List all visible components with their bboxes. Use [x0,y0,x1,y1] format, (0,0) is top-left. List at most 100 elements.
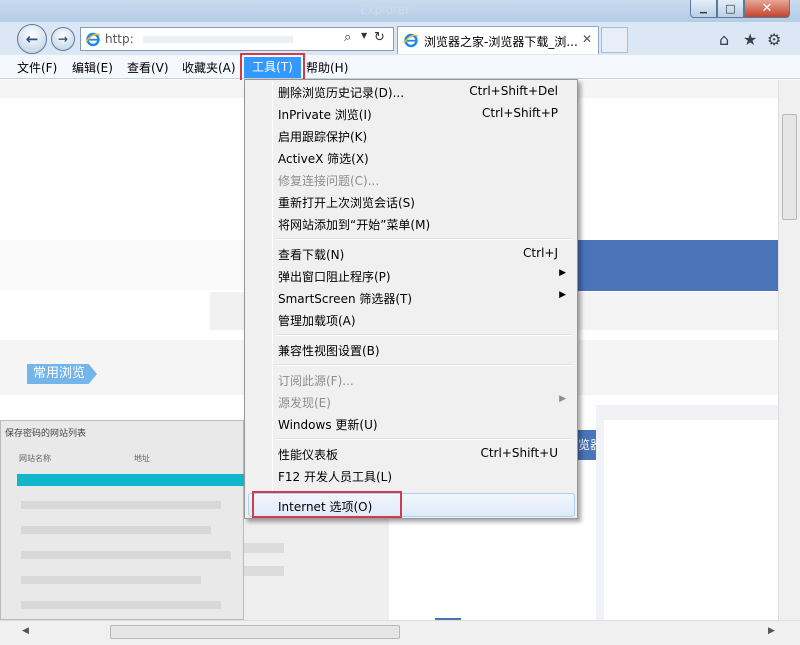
menu-view[interactable]: 查看(V) [127,59,169,76]
menu-help[interactable]: 帮助(H) [306,59,348,76]
menu-item-shortcut: Ctrl+J [523,246,558,260]
menu-item-reopen-session[interactable]: 重新打开上次浏览会话(S) [247,191,575,213]
tools-dropdown-menu: 删除浏览历史记录(D)... Ctrl+Shift+Del InPrivate … [244,79,578,519]
dialog-title: 保存密码的网站列表 [5,429,87,439]
internet-options-highlight-box [252,491,402,518]
search-icon[interactable]: ⌕ [344,30,351,45]
menu-item-tracking-protection[interactable]: 启用跟踪保护(K) [247,125,575,147]
menu-item-label: 将网站添加到“开始”菜单(M) [278,218,431,232]
blurred-row [21,501,221,509]
menu-item-activex-filter[interactable]: ActiveX 筛选(X) [247,147,575,169]
tab-title: 浏览器之家-浏览器下载_浏... [424,35,578,49]
menu-item-label: F12 开发人员工具(L) [278,470,393,484]
menu-item-label: 订阅此源(F)... [278,374,354,388]
menu-item-label: 性能仪表板 [278,448,339,462]
browser-tab[interactable]: 浏览器之家-浏览器下载_浏... ✕ [397,26,599,54]
menu-item-smartscreen[interactable]: SmartScreen 筛选器(T) ▶ [247,287,575,309]
blurred-row [21,601,221,609]
menu-item-shortcut: Ctrl+Shift+P [482,106,558,120]
menu-item-label: 兼容性视图设置(B) [278,344,380,358]
column-site: 网站名称 [19,454,51,463]
menu-item-view-downloads[interactable]: 查看下载(N) Ctrl+J [247,243,575,265]
menu-item-delete-history[interactable]: 删除浏览历史记录(D)... Ctrl+Shift+Del [247,81,575,103]
close-button[interactable]: ✕ [744,0,790,18]
window-title: Explorer [360,3,410,17]
scroll-right-icon[interactable]: ▶ [768,626,775,636]
tools-menu-highlight-box: 工具(T) [240,53,305,82]
page-section-bg-right [578,340,778,395]
page-gray-block [210,292,244,330]
home-icon[interactable]: ⌂ [719,30,729,49]
ie-logo-icon [85,32,101,47]
maximize-icon: □ [725,2,736,15]
menu-item-windows-update[interactable]: Windows 更新(U) [247,413,575,435]
menu-item-feed-discovery: 源发现(E) ▶ [247,391,575,413]
forward-button[interactable]: → [51,27,75,51]
minimize-icon: ▁ [700,3,707,14]
menu-item-popup-blocker[interactable]: 弹出窗口阻止程序(P) ▶ [247,265,575,287]
menu-item-label: 管理加载项(A) [278,314,356,328]
menu-item-manage-addons[interactable]: 管理加载项(A) [247,309,575,331]
background-dialog: 保存密码的网站列表 网站名称 地址 [0,420,245,620]
back-button[interactable]: ← [17,24,47,54]
horizontal-scrollbar[interactable]: ◀ ▶ [0,620,800,645]
submenu-arrow-icon: ▶ [559,394,566,404]
address-text: http: [105,32,134,46]
page-gray-block-right [578,292,778,330]
menu-item-label: 源发现(E) [278,396,331,410]
menu-tools[interactable]: 工具(T) [244,57,301,78]
menu-item-shortcut: Ctrl+Shift+Del [469,84,558,98]
menu-item-label: 查看下载(N) [278,248,345,262]
close-icon: ✕ [761,1,773,16]
navigation-bar: ← → http: ⌕ ▼ ↻ 浏览器之家-浏览器下载_浏... ✕ ⌂ ★ ⚙ [0,22,800,55]
menu-item-f12-devtools[interactable]: F12 开发人员工具(L) [247,465,575,487]
scroll-left-icon[interactable]: ◀ [22,626,29,636]
menu-item-compatibility-view[interactable]: 兼容性视图设置(B) [247,339,575,361]
page-right-inner [604,420,778,620]
menu-item-add-to-start[interactable]: 将网站添加到“开始”菜单(M) [247,213,575,235]
refresh-icon[interactable]: ↻ [374,30,385,45]
menu-separator [275,334,573,336]
maximize-button[interactable]: □ [717,0,744,18]
menu-item-subscribe-feed: 订阅此源(F)... [247,369,575,391]
selected-row [17,474,245,486]
background-dialog-right [244,518,389,620]
side-heading: 览器 [578,430,598,460]
new-tab-button[interactable] [601,27,628,53]
section-tag: 常用浏览 [27,364,97,384]
gear-icon[interactable]: ⚙ [767,30,781,49]
blurred-url [143,36,293,43]
menu-item-label: ActiveX 筛选(X) [278,152,369,166]
menu-item-fix-connection: 修复连接问题(C)... [247,169,575,191]
menu-favorites[interactable]: 收藏夹(A) [182,59,236,76]
column-address: 地址 [134,454,150,463]
menu-separator [275,364,573,366]
vertical-scroll-thumb[interactable] [782,114,797,220]
chevron-down-icon[interactable]: ▼ [361,31,367,40]
page-banner-right [578,240,778,291]
menu-item-label: SmartScreen 筛选器(T) [278,292,413,306]
menu-edit[interactable]: 编辑(E) [72,59,113,76]
menu-item-label: 删除浏览历史记录(D)... [278,86,405,100]
close-tab-icon[interactable]: ✕ [582,32,592,46]
menu-separator [275,438,573,440]
minimize-button[interactable]: ▁ [690,0,717,18]
menu-separator [275,238,573,240]
menu-item-label: 弹出窗口阻止程序(P) [278,270,391,284]
menu-item-inprivate[interactable]: InPrivate 浏览(I) Ctrl+Shift+P [247,103,575,125]
blurred-row [21,526,211,534]
vertical-scrollbar[interactable] [778,80,800,620]
blurred-row [21,576,201,584]
horizontal-scroll-thumb[interactable] [110,625,400,639]
page-banner-left [0,240,244,290]
menu-file[interactable]: 文件(F) [17,59,57,76]
address-bar[interactable]: http: ⌕ ▼ ↻ [80,27,394,51]
menu-item-label: 重新打开上次浏览会话(S) [278,196,415,210]
submenu-arrow-icon: ▶ [559,290,566,300]
blurred-row [21,551,231,559]
menu-item-performance-dashboard[interactable]: 性能仪表板 Ctrl+Shift+U [247,443,575,465]
back-arrow-icon: ← [25,30,39,48]
forward-arrow-icon: → [57,32,69,46]
page-gap [0,290,210,330]
favorites-star-icon[interactable]: ★ [743,30,757,49]
